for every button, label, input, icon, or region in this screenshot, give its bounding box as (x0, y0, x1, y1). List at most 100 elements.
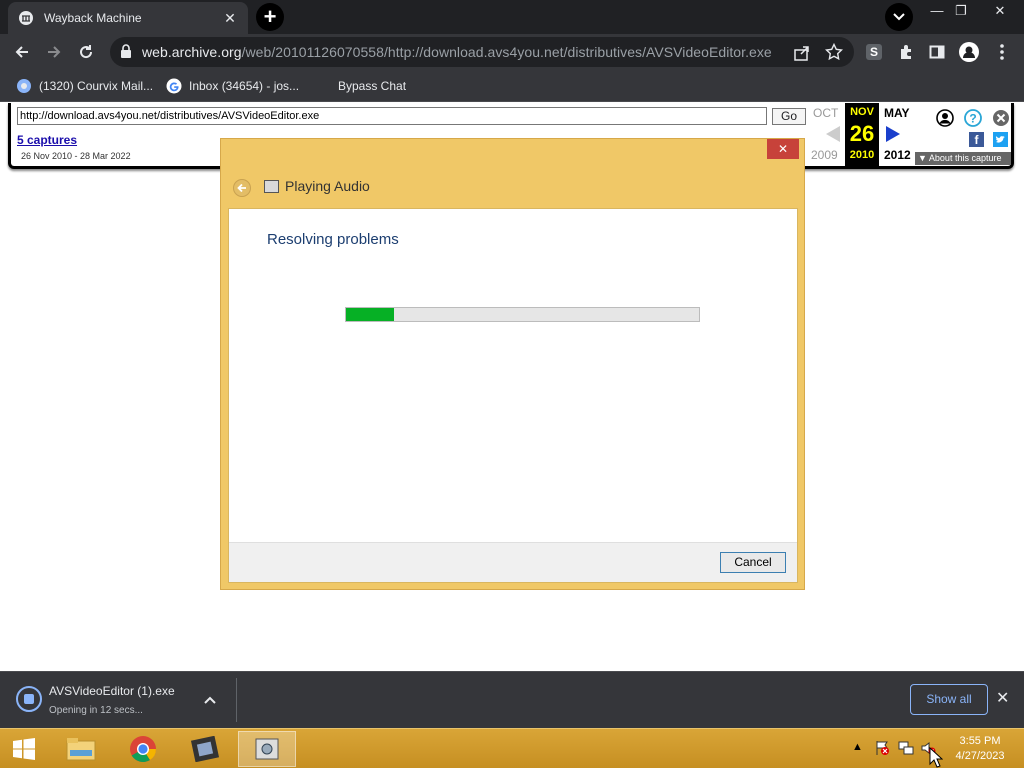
facebook-icon[interactable]: f (969, 132, 984, 147)
dialog-heading: Resolving problems (267, 231, 399, 248)
taskbar-file-explorer[interactable] (52, 731, 110, 767)
current-day: 26 (849, 121, 875, 146)
taskbar-troubleshooter[interactable] (238, 731, 296, 767)
current-month: NOV (850, 106, 874, 118)
bookmark-inbox[interactable]: Inbox (34654) - jos... (166, 76, 299, 96)
dialog-title: Playing Audio (285, 178, 370, 194)
menu-button[interactable] (988, 38, 1016, 66)
profile-button[interactable] (955, 38, 983, 66)
wayback-favicon-icon (19, 11, 33, 25)
current-year: 2010 (849, 149, 875, 161)
prev-year-label: 2009 (811, 148, 838, 162)
window-close-button[interactable]: ✕ (985, 2, 1015, 22)
troubleshooter-app-icon (264, 180, 279, 193)
tab-strip: Wayback Machine ✕ + — ❐ ✕ (0, 0, 1024, 34)
prev-capture-arrow-icon[interactable] (825, 125, 841, 143)
mouse-cursor-icon (929, 747, 943, 768)
progress-bar-fill (346, 308, 394, 321)
reload-button[interactable] (72, 38, 100, 66)
download-options-chevron-icon[interactable] (204, 691, 216, 707)
troubleshooter-icon (255, 738, 279, 760)
windows-taskbar: ▲ 3:55 PM 4/27/2023 (0, 728, 1024, 768)
profile-avatar-icon (959, 42, 979, 62)
film-strip-icon (190, 736, 220, 762)
address-bar[interactable]: web.archive.org/web/20101126070558/http:… (110, 37, 854, 67)
progress-bar (345, 307, 700, 322)
side-panel-icon (929, 45, 945, 59)
taskbar-chrome[interactable] (114, 731, 172, 767)
wayback-url-input[interactable] (17, 107, 767, 125)
wayback-go-button[interactable]: Go (772, 108, 806, 125)
side-panel-button[interactable] (923, 38, 951, 66)
tab-search-button[interactable] (885, 3, 913, 31)
download-file-icon[interactable] (16, 686, 42, 712)
forward-button[interactable] (40, 38, 68, 66)
prev-month-label: OCT (813, 106, 839, 120)
action-center-flag-icon[interactable] (874, 740, 890, 756)
extension-s-icon: S (866, 44, 882, 60)
account-icon[interactable] (936, 109, 954, 127)
bookmarks-bar: (1320) Courvix Mail... Inbox (34654) - j… (0, 70, 1024, 102)
kebab-menu-icon (1000, 44, 1004, 60)
show-hidden-icons-button[interactable]: ▲ (852, 741, 863, 753)
folder-icon (66, 738, 96, 761)
download-filename[interactable]: AVSVideoEditor (1).exe (49, 684, 175, 698)
google-icon (166, 78, 182, 94)
extensions-button[interactable] (892, 38, 920, 66)
next-year-label: 2012 (884, 148, 911, 162)
share-icon[interactable] (793, 44, 811, 62)
exe-icon (24, 694, 34, 704)
close-circle-icon[interactable] (992, 109, 1010, 127)
restore-button[interactable]: ❐ (946, 2, 976, 22)
svg-text:?: ? (969, 112, 976, 126)
taskbar-video-editor[interactable] (176, 731, 234, 767)
twitter-bird-glyph (995, 136, 1005, 143)
dialog-close-button[interactable]: ✕ (767, 139, 799, 159)
capture-date-range: 26 Nov 2010 - 28 Mar 2022 (21, 151, 131, 161)
about-capture-button[interactable]: ▼ About this capture (915, 152, 1011, 165)
dialog-back-button[interactable] (233, 179, 251, 197)
clock-date: 4/27/2023 (955, 750, 1005, 762)
start-button[interactable] (0, 731, 48, 767)
about-capture-label: About this capture (928, 153, 1002, 163)
download-status: Opening in 12 secs... (49, 705, 143, 716)
url-text: web.archive.org/web/20101126070558/http:… (142, 44, 772, 60)
courvix-icon (17, 79, 31, 93)
network-icon[interactable] (898, 740, 914, 756)
bookmark-courvix[interactable]: (1320) Courvix Mail... (16, 76, 153, 96)
clock-time: 3:55 PM (959, 735, 1001, 747)
help-icon[interactable]: ? (964, 109, 982, 127)
tab-wayback[interactable]: Wayback Machine ✕ (8, 2, 248, 34)
bookmark-bypass-chat[interactable]: Bypass Chat (315, 76, 406, 96)
puzzle-icon (901, 45, 911, 59)
back-arrow-icon (237, 183, 246, 193)
twitter-icon[interactable] (993, 132, 1008, 147)
chevron-down-icon (893, 13, 905, 21)
extension-s-button[interactable]: S (860, 38, 888, 66)
show-all-button[interactable]: Show all (910, 684, 988, 715)
troubleshooter-dialog: ✕ Playing Audio Resolving problems Cance… (220, 138, 805, 590)
dialog-footer: Cancel (229, 542, 797, 582)
bookmark-label: (1320) Courvix Mail... (39, 79, 154, 93)
next-month-label: MAY (884, 106, 910, 120)
tab-title: Wayback Machine (44, 11, 142, 25)
chrome-icon (130, 736, 157, 763)
arrow-left-icon (15, 46, 28, 58)
system-clock[interactable]: 3:55 PM 4/27/2023 (950, 734, 1010, 764)
download-bar-close-icon[interactable]: ✕ (996, 688, 1009, 708)
dialog-content: Resolving problems Cancel (228, 208, 798, 583)
bookmark-star-icon[interactable] (825, 43, 843, 61)
browser-toolbar: web.archive.org/web/20101126070558/http:… (0, 34, 1024, 70)
arrow-right-icon (48, 46, 61, 58)
lock-icon (121, 44, 131, 58)
blank-icon (315, 78, 331, 94)
back-button[interactable] (8, 38, 36, 66)
captures-link[interactable]: 5 captures (17, 133, 77, 147)
windows-logo-icon (13, 738, 35, 760)
tab-close-icon[interactable]: ✕ (222, 10, 238, 27)
new-tab-button[interactable]: + (256, 3, 284, 31)
bookmark-label: Inbox (34654) - jos... (189, 79, 300, 93)
cancel-button[interactable]: Cancel (720, 552, 786, 573)
reload-icon (80, 45, 93, 59)
next-capture-arrow-icon[interactable] (885, 125, 901, 143)
